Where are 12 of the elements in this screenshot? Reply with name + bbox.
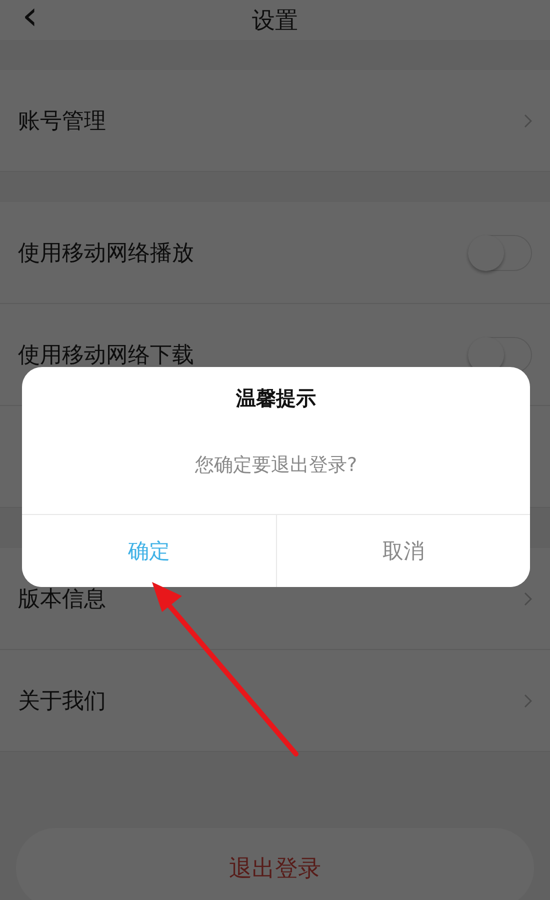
chevron-right-icon bbox=[524, 592, 532, 606]
page-title: 设置 bbox=[252, 6, 298, 36]
dialog-message: 您确定要退出登录? bbox=[194, 453, 358, 478]
settings-row[interactable]: 使用移动网络播放 bbox=[0, 202, 550, 304]
logout-button[interactable]: 退出登录 bbox=[16, 828, 534, 900]
settings-row[interactable]: 账号管理 bbox=[0, 70, 550, 172]
cancel-button[interactable]: 取消 bbox=[276, 515, 530, 587]
chevron-right-icon bbox=[524, 114, 532, 128]
toggle-switch[interactable] bbox=[468, 234, 532, 270]
chevron-right-icon bbox=[524, 694, 532, 708]
back-button[interactable]: ‹ bbox=[22, 0, 38, 38]
settings-row[interactable]: 关于我们 bbox=[0, 650, 550, 752]
